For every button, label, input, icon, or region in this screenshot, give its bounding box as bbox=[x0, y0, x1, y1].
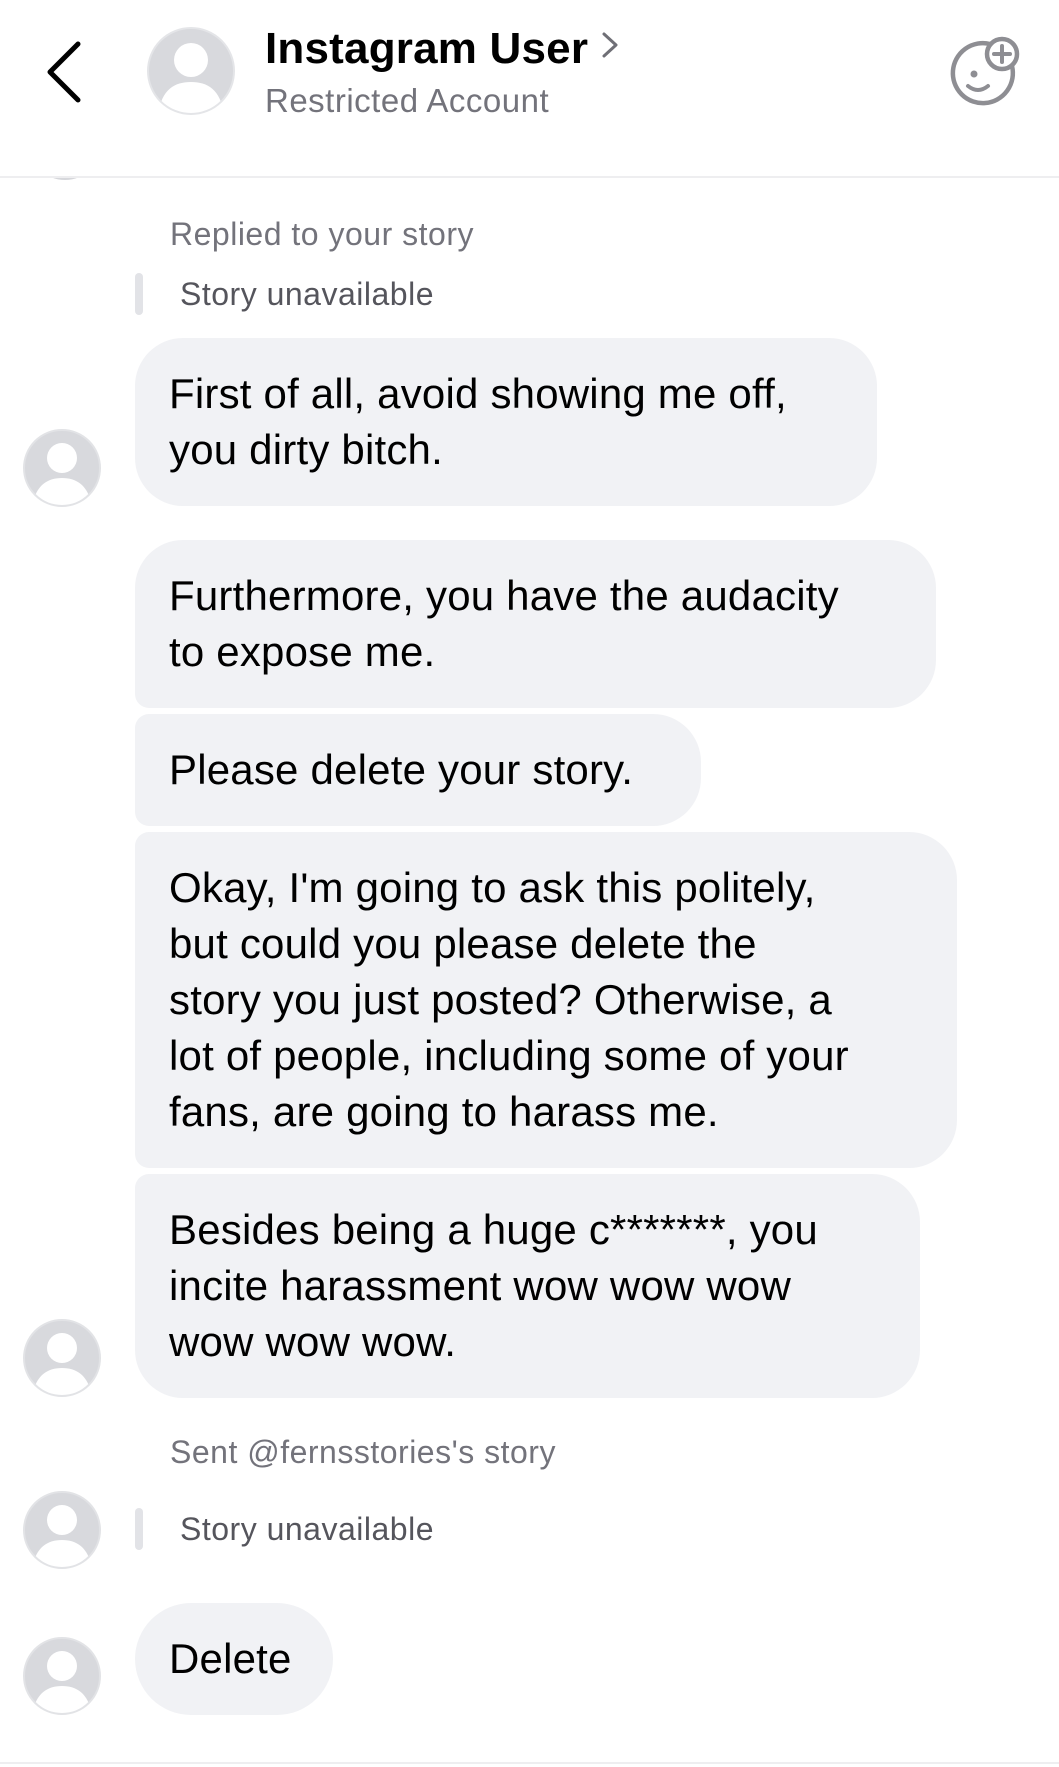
story-reference[interactable]: Story unavailable bbox=[135, 273, 434, 315]
back-button[interactable] bbox=[40, 36, 96, 108]
avatar-placeholder-icon[interactable] bbox=[146, 26, 236, 116]
chat-header: Instagram User Restricted Account bbox=[0, 0, 1059, 178]
message-bubble[interactable]: First of all, avoid showing me off, you … bbox=[135, 338, 877, 506]
avatar-placeholder-icon[interactable] bbox=[22, 428, 102, 508]
message-bubble[interactable]: Okay, I'm going to ask this politely, bu… bbox=[135, 832, 957, 1168]
avatar-placeholder-icon[interactable] bbox=[22, 1318, 102, 1398]
message-text: Okay, I'm going to ask this politely, bu… bbox=[169, 864, 849, 1135]
shared-story-label: Sent @fernsstories's story bbox=[170, 1434, 556, 1470]
chevron-right-icon bbox=[602, 32, 618, 58]
message-bubble[interactable]: Furthermore, you have the audacity to ex… bbox=[135, 540, 936, 708]
story-reference[interactable]: Story unavailable bbox=[135, 1508, 434, 1550]
account-status: Restricted Account bbox=[265, 82, 550, 119]
message-text: Furthermore, you have the audacity to ex… bbox=[169, 572, 839, 675]
message-bubble[interactable]: Delete bbox=[135, 1603, 333, 1715]
story-unavailable-text: Story unavailable bbox=[180, 275, 434, 312]
profile-title-link[interactable]: Instagram User bbox=[265, 24, 620, 74]
message-text: First of all, avoid showing me off, you … bbox=[169, 370, 787, 473]
story-quote-bar bbox=[135, 273, 143, 315]
message-bubble[interactable]: Besides being a huge c*******, you incit… bbox=[135, 1174, 920, 1398]
story-quote-bar bbox=[135, 1508, 143, 1550]
contact-name: Instagram User bbox=[265, 24, 589, 73]
story-reply-label: Replied to your story bbox=[170, 216, 474, 252]
message-text: Delete bbox=[169, 1635, 292, 1682]
avatar-placeholder-icon[interactable] bbox=[22, 1490, 102, 1570]
message-text: Besides being a huge c*******, you incit… bbox=[169, 1206, 818, 1365]
chevron-left-icon bbox=[47, 41, 81, 103]
avatar-placeholder-icon[interactable] bbox=[22, 1636, 102, 1716]
message-bubble[interactable]: Please delete your story. bbox=[135, 714, 701, 826]
message-text: Please delete your story. bbox=[169, 746, 634, 793]
bottom-divider bbox=[0, 1762, 1059, 1764]
add-effect-icon[interactable] bbox=[946, 34, 1022, 110]
story-unavailable-text: Story unavailable bbox=[180, 1510, 434, 1547]
